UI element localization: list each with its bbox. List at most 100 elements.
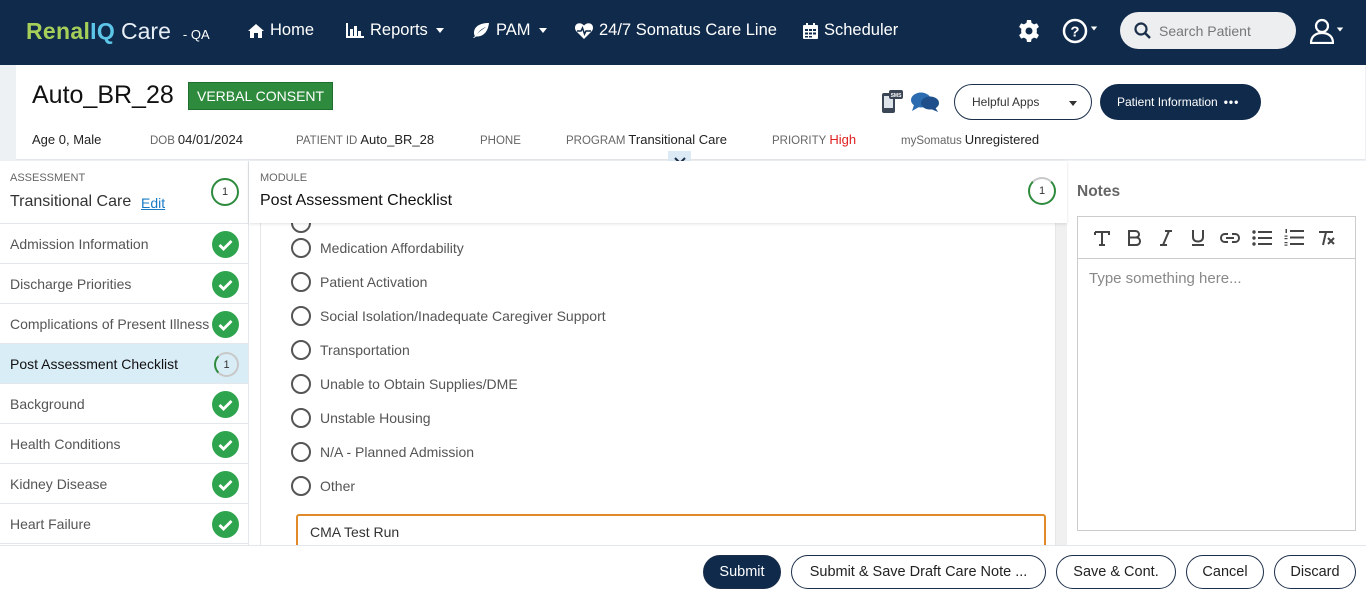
numbered-list-button[interactable] (1278, 223, 1310, 253)
option-unable-obtain-supplies[interactable]: Unable to Obtain Supplies/DME (291, 374, 518, 394)
bullet-list-button[interactable] (1246, 223, 1278, 253)
nav-careline[interactable]: 24/7 Somatus Care Line (575, 21, 777, 40)
nav-reports-label: Reports (370, 21, 428, 39)
edit-assessment-link[interactable]: Edit (141, 195, 165, 211)
radio-button[interactable] (291, 340, 311, 360)
mysomatus-label: mySomatus (901, 135, 962, 147)
underline-button[interactable] (1182, 223, 1214, 253)
option-transportation[interactable]: Transportation (291, 340, 410, 360)
bold-button[interactable] (1118, 223, 1150, 253)
italic-button[interactable] (1150, 223, 1182, 253)
sidebar-item-health-conditions[interactable]: Health Conditions (0, 423, 248, 463)
module-header: MODULE Post Assessment Checklist 1 (249, 161, 1067, 223)
submit-button[interactable]: Submit (703, 555, 781, 589)
helpful-apps-dropdown[interactable]: Helpful Apps (954, 84, 1092, 120)
option-patient-activation[interactable]: Patient Activation (291, 272, 427, 292)
search-input[interactable] (1159, 22, 1289, 39)
helpful-apps-label: Helpful Apps (972, 95, 1040, 109)
discard-button[interactable]: Discard (1274, 555, 1356, 589)
sidebar-item-kidney-disease[interactable]: Kidney Disease (0, 463, 248, 503)
radio-button[interactable] (291, 442, 311, 462)
sidebar-item-post-assessment-checklist[interactable]: Post Assessment Checklist 1 (0, 343, 248, 383)
patient-information-label: Patient Information (1117, 95, 1218, 109)
nav-scheduler[interactable]: Scheduler (803, 21, 898, 40)
option-planned-admission[interactable]: N/A - Planned Admission (291, 442, 474, 462)
radio-partial[interactable] (291, 223, 311, 233)
option-label: Transportation (320, 342, 410, 358)
option-label: Unable to Obtain Supplies/DME (320, 376, 518, 392)
search-box[interactable] (1120, 12, 1296, 49)
sidebar-item-complications[interactable]: Complications of Present Illness (0, 303, 248, 343)
save-continue-button[interactable]: Save & Cont. (1056, 555, 1176, 589)
sidebar-item-label: Heart Failure (10, 515, 91, 532)
user-menu[interactable] (1310, 18, 1344, 44)
patient-information-button[interactable]: Patient Information ••• (1100, 84, 1261, 120)
notes-placeholder: Type something here... (1089, 270, 1242, 287)
patient-phone: PHONE (480, 132, 524, 147)
check-circle-icon (212, 471, 239, 498)
chevron-down-icon (1336, 27, 1344, 32)
radio-button[interactable] (291, 374, 311, 394)
question-circle-icon: ? (1062, 18, 1088, 44)
clear-format-icon (1319, 230, 1335, 245)
program-label: PROGRAM (566, 135, 626, 147)
clear-format-button[interactable] (1310, 223, 1342, 253)
nav-reports[interactable]: Reports (346, 21, 444, 40)
nav-pam[interactable]: PAM (473, 21, 547, 40)
sidebar-item-label: Kidney Disease (10, 475, 108, 492)
option-unstable-housing[interactable]: Unstable Housing (291, 408, 431, 428)
sidebar-item-background[interactable]: Background (0, 383, 248, 423)
sidebar-item-label: Discharge Priorities (10, 275, 132, 292)
option-label: Social Isolation/Inadequate Caregiver Su… (320, 308, 606, 324)
notes-editor[interactable]: Type something here... (1077, 216, 1356, 531)
bar-chart-icon (346, 23, 364, 38)
nav-home[interactable]: Home (248, 21, 314, 40)
user-icon (1310, 18, 1334, 44)
text-style-button[interactable] (1086, 223, 1118, 253)
submit-save-draft-button[interactable]: Submit & Save Draft Care Note ... (791, 555, 1046, 589)
radio-button[interactable] (291, 408, 311, 428)
sidebar-item-label: Post Assessment Checklist (10, 355, 179, 372)
option-label: N/A - Planned Admission (320, 444, 475, 460)
radio-button[interactable] (291, 272, 311, 292)
help-menu[interactable]: ? (1062, 18, 1098, 44)
search-icon (1134, 22, 1151, 39)
radio-button[interactable] (291, 306, 311, 326)
assessment-sidebar: ASSESSMENT Transitional Care Edit 1 Admi… (0, 161, 249, 545)
radio-button[interactable] (291, 476, 311, 496)
option-medication-affordability[interactable]: Medication Affordability (291, 238, 464, 258)
id-label: PATIENT ID (296, 135, 358, 147)
chevron-down-icon (1090, 26, 1098, 31)
heartbeat-icon (575, 22, 593, 39)
other-text-field[interactable] (296, 514, 1046, 545)
brand-care: Care (121, 18, 171, 44)
chevron-down-icon (538, 28, 547, 33)
nav-careline-label: 24/7 Somatus Care Line (599, 21, 777, 39)
option-other[interactable]: Other (291, 476, 355, 496)
settings-button[interactable] (1017, 19, 1041, 48)
sidebar-item-heart-failure[interactable]: Heart Failure (0, 503, 248, 543)
nav-pam-label: PAM (496, 21, 531, 39)
bold-icon (1128, 229, 1141, 246)
cancel-button[interactable]: Cancel (1186, 555, 1264, 589)
patient-id: PATIENT ID Auto_BR_28 (296, 132, 434, 147)
sidebar-item-discharge-priorities[interactable]: Discharge Priorities (0, 263, 248, 303)
link-button[interactable] (1214, 223, 1246, 253)
patient-program: PROGRAM Transitional Care (566, 132, 727, 147)
check-circle-icon (212, 231, 239, 258)
progress-ring-icon: 1 (214, 352, 239, 377)
sidebar-item-label: Background (10, 395, 85, 412)
sms-button[interactable]: SMS (881, 90, 903, 119)
brand-logo[interactable]: RenalIQ Care - QA (26, 18, 210, 45)
numbered-list-icon (1284, 229, 1304, 246)
option-label: Medication Affordability (320, 240, 464, 256)
calendar-icon (803, 22, 818, 39)
radio-button[interactable] (291, 238, 311, 258)
nav-home-label: Home (270, 21, 315, 39)
module-scrollbar[interactable] (1056, 223, 1067, 545)
sidebar-item-admission-information[interactable]: Admission Information (0, 223, 248, 263)
chat-button[interactable] (910, 90, 940, 119)
option-label: Other (320, 478, 356, 494)
option-social-isolation[interactable]: Social Isolation/Inadequate Caregiver Su… (291, 306, 606, 326)
sidebar-item-label: Admission Information (10, 235, 149, 252)
